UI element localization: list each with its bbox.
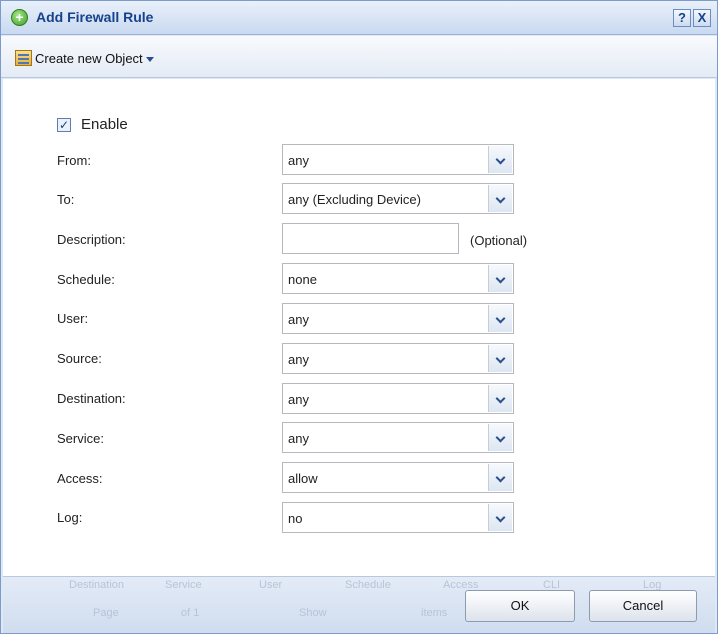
access-select-value: allow [288,471,318,486]
log-select[interactable]: no [282,502,514,533]
dialog-titlebar[interactable]: + Add Firewall Rule ? X [1,1,717,35]
log-select-value: no [288,511,303,526]
from-label: From: [57,153,91,168]
chevron-down-icon[interactable] [488,185,512,212]
destination-select-value: any [288,392,309,407]
service-select-value: any [288,431,309,446]
access-select[interactable]: allow [282,462,514,493]
chevron-down-icon[interactable] [488,305,512,332]
add-circle-icon: + [11,9,28,26]
dialog-toolbar: Create new Object [1,36,717,78]
description-label: Description: [57,232,126,247]
object-list-icon [15,50,32,66]
ghost-column-label: Destination [69,579,125,591]
chevron-down-icon[interactable] [488,265,512,292]
chevron-down-icon[interactable] [488,385,512,412]
ghost-column-label: User [259,579,283,591]
dialog-title: Add Firewall Rule [36,9,154,25]
access-label: Access: [57,471,103,486]
create-new-object-menu[interactable]: Create new Object [15,48,154,68]
close-button[interactable]: X [693,9,711,27]
chevron-down-icon[interactable] [488,345,512,372]
chevron-down-icon[interactable] [488,464,512,491]
caret-down-icon [145,56,154,62]
rule-form: ✓ Enable From: any To: any (Excluding De… [3,79,715,576]
schedule-label: Schedule: [57,272,115,287]
create-new-object-label: Create new Object [35,50,143,66]
from-select-value: any [288,153,309,168]
source-label: Source: [57,351,102,366]
ghost-pager-label: items [421,607,448,619]
dialog-footer: Destination Service User Schedule Access… [3,576,715,633]
to-label: To: [57,192,75,207]
description-input[interactable] [282,223,459,254]
chevron-down-icon[interactable] [488,424,512,451]
enable-row: ✓ Enable [57,116,128,133]
chevron-down-icon[interactable] [488,504,512,531]
from-select[interactable]: any [282,144,514,175]
source-select[interactable]: any [282,343,514,374]
add-firewall-rule-dialog: + Add Firewall Rule ? X Create new Objec… [0,0,718,634]
ok-button[interactable]: OK [465,590,575,622]
service-select[interactable]: any [282,422,514,453]
to-select[interactable]: any (Excluding Device) [282,183,514,214]
ghost-pager-label: Page [93,607,119,619]
user-label: User: [57,311,89,326]
schedule-select-value: none [288,272,317,287]
to-select-value: any (Excluding Device) [288,192,421,207]
description-optional-note: (Optional) [470,233,528,248]
log-label: Log: [57,510,83,525]
ghost-column-label: Schedule [345,579,391,591]
ghost-pager-label: of 1 [181,607,200,619]
ghost-column-label: Service [165,579,202,591]
destination-label: Destination: [57,391,126,406]
schedule-select[interactable]: none [282,263,514,294]
user-select[interactable]: any [282,303,514,334]
enable-checkbox[interactable]: ✓ [57,117,71,132]
destination-select[interactable]: any [282,383,514,414]
source-select-value: any [288,352,309,367]
user-select-value: any [288,312,309,327]
help-button[interactable]: ? [673,9,691,27]
enable-label: Enable [81,116,128,133]
service-label: Service: [57,431,104,446]
cancel-button[interactable]: Cancel [589,590,697,622]
ghost-pager-label: Show [299,607,327,619]
chevron-down-icon[interactable] [488,146,512,173]
